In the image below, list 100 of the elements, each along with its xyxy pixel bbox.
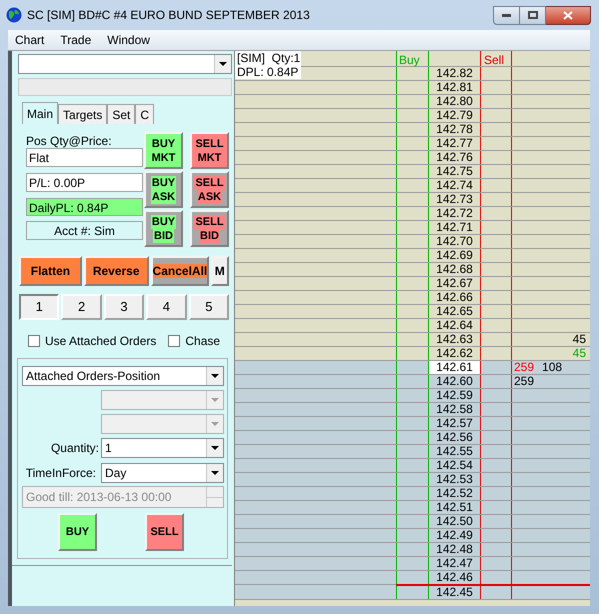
symbol-dropdown[interactable] (18, 54, 232, 74)
dropdown-button[interactable] (206, 367, 223, 385)
price-cell[interactable]: 142.52 (429, 487, 480, 500)
size-cell: 45 (572, 333, 586, 346)
caret-icon (211, 422, 219, 426)
pl-field: P/L: 0.00P (26, 173, 143, 192)
order-button[interactable]: SELL ASK (190, 171, 229, 208)
price-cell[interactable]: 142.56 (429, 431, 480, 444)
size-cell: 259 (514, 375, 534, 388)
price-cell[interactable]: 142.77 (429, 137, 480, 150)
quantity-preset-button[interactable]: 5 (188, 294, 230, 320)
info-text: [SIM] Qty:1 (237, 51, 300, 65)
sell-button[interactable]: SELL (145, 513, 184, 551)
close-button[interactable] (546, 6, 591, 24)
tab[interactable]: Main (22, 102, 58, 124)
checkbox-label: Chase (185, 333, 220, 350)
price-cell[interactable]: 142.48 (429, 543, 480, 556)
price-cell[interactable]: 142.66 (429, 291, 480, 304)
close-icon (563, 10, 573, 20)
price-cell[interactable]: 142.72 (429, 207, 480, 220)
order-button[interactable]: SELL BID (190, 210, 229, 247)
price-cell[interactable]: 142.69 (429, 249, 480, 262)
size-cell: 259 (514, 361, 534, 374)
caret-icon (219, 62, 227, 66)
price-cell[interactable]: 142.57 (429, 417, 480, 430)
price-cell[interactable]: 142.75 (429, 165, 480, 178)
minimize-icon (502, 14, 511, 16)
info-text: DPL: 0.84P (237, 65, 300, 79)
price-cell[interactable]: 142.45 (429, 586, 480, 599)
price-cell[interactable]: 142.70 (429, 235, 480, 248)
price-cell[interactable]: 142.49 (429, 529, 480, 542)
checkbox[interactable] (28, 335, 40, 347)
price-cell[interactable]: 142.61 (429, 361, 480, 374)
price-cell[interactable]: 142.47 (429, 557, 480, 570)
column-header: Buy (396, 51, 428, 66)
attached-orders-dropdown[interactable]: Attached Orders-Position (22, 366, 224, 386)
checkbox-label: Use Attached Orders (45, 333, 156, 350)
price-cell[interactable]: 142.74 (429, 179, 480, 192)
dropdown-button[interactable] (206, 439, 223, 457)
column-header: Sell (480, 51, 511, 66)
price-cell[interactable]: 142.53 (429, 473, 480, 486)
price-cell[interactable]: 142.79 (429, 109, 480, 122)
size-cell: 108 (542, 361, 562, 374)
price-cell[interactable]: 142.80 (429, 95, 480, 108)
dropdown-button[interactable] (206, 464, 223, 482)
price-cell[interactable]: 142.64 (429, 319, 480, 332)
order-button[interactable]: SELL MKT (190, 132, 229, 169)
action-button[interactable]: Reverse (84, 256, 149, 286)
quantity-preset-button[interactable]: 3 (104, 294, 144, 320)
price-cell[interactable]: 142.59 (429, 389, 480, 402)
quantity-label: Quantity: (50, 440, 99, 457)
price-cell[interactable]: 142.81 (429, 81, 480, 94)
position-label: Pos Qty@Price: (26, 133, 113, 148)
price-cell[interactable]: 142.50 (429, 515, 480, 528)
tab[interactable]: Set (107, 104, 136, 124)
menu-item[interactable]: Chart (15, 31, 44, 49)
time-in-force-dropdown[interactable]: Day (101, 463, 224, 483)
price-cell[interactable]: 142.62 (429, 347, 480, 360)
action-button[interactable]: CancelAll (150, 256, 209, 286)
price-cell[interactable]: 142.65 (429, 305, 480, 318)
daily-pl-field: DailyPL: 0.84P (26, 198, 143, 216)
price-cell[interactable]: 142.58 (429, 403, 480, 416)
price-cell[interactable]: 142.51 (429, 501, 480, 514)
price-cell[interactable]: 142.78 (429, 123, 480, 136)
price-cell[interactable]: 142.60 (429, 375, 480, 388)
tab[interactable]: Targets (58, 104, 108, 124)
quantity-preset-button[interactable]: 4 (146, 294, 187, 320)
maximize-button[interactable] (520, 6, 546, 24)
buy-button[interactable]: BUY (58, 513, 97, 551)
menu-item[interactable]: Window (107, 31, 150, 49)
price-cell[interactable]: 142.67 (429, 277, 480, 290)
price-cell[interactable]: 142.46 (429, 571, 480, 584)
price-cell[interactable]: 142.73 (429, 193, 480, 206)
price-cell[interactable]: 142.55 (429, 445, 480, 458)
price-cell[interactable]: 142.76 (429, 151, 480, 164)
menu-item[interactable]: Trade (60, 31, 92, 49)
price-cell[interactable]: 142.54 (429, 459, 480, 472)
minimize-button[interactable] (493, 6, 520, 24)
action-button[interactable]: M (210, 256, 229, 286)
order-button[interactable]: BUY MKT (144, 132, 183, 169)
quantity-preset-button[interactable]: 2 (61, 294, 102, 320)
quantity-preset-button[interactable]: 1 (19, 294, 60, 320)
position-field: Flat (26, 148, 143, 167)
dropdown-button[interactable] (214, 55, 231, 73)
checkbox[interactable] (168, 335, 180, 347)
price-cell[interactable]: 142.63 (429, 333, 480, 346)
order-button[interactable]: BUY ASK (144, 171, 183, 208)
tab[interactable]: C (135, 104, 154, 124)
quantity-dropdown[interactable]: 1 (101, 438, 224, 458)
caret-icon (211, 374, 219, 378)
caret-icon (211, 398, 219, 402)
action-button[interactable]: Flatten (19, 256, 82, 286)
price-cell[interactable]: 142.71 (429, 221, 480, 234)
price-cell[interactable]: 142.68 (429, 263, 480, 276)
price-cell[interactable]: 142.82 (429, 67, 480, 80)
time-in-force-label: TimeInForce: (26, 465, 96, 482)
size-cell: 45 (572, 347, 586, 360)
order-button[interactable]: BUY BID (144, 210, 183, 247)
caret-icon (211, 471, 219, 475)
window-title: SC [SIM] BD#C #4 EURO BUND SEPTEMBER 2013 (27, 7, 310, 24)
